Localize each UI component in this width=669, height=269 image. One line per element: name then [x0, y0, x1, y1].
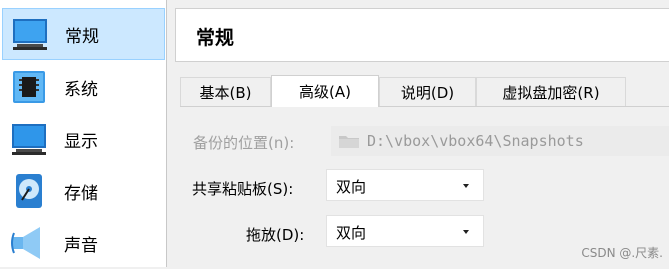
sidebar-item-system[interactable]: 系统: [2, 61, 165, 113]
chip-icon: [10, 69, 48, 105]
drag-drop-select[interactable]: 双向: [326, 215, 484, 247]
settings-sidebar: 常规 系统 显示 存储 声音: [0, 0, 167, 267]
dropdown-arrow-icon: [463, 184, 469, 188]
tab-divider: [180, 106, 669, 107]
drag-drop-label: 拖放(D):: [246, 226, 305, 244]
page-header: 常规: [175, 8, 669, 62]
folder-icon: [338, 133, 360, 149]
sidebar-item-display[interactable]: 显示: [2, 113, 165, 165]
sidebar-item-label: 显示: [64, 131, 98, 152]
sidebar-item-audio[interactable]: 声音: [2, 217, 165, 269]
page-title: 常规: [196, 27, 235, 49]
sidebar-item-label: 声音: [64, 235, 98, 256]
drag-drop-value: 双向: [336, 224, 367, 242]
dropdown-arrow-icon: [463, 230, 469, 234]
tab-description[interactable]: 说明(D): [379, 77, 476, 106]
tab-advanced[interactable]: 高级(A): [271, 75, 379, 107]
sidebar-item-storage[interactable]: 存储: [2, 165, 165, 217]
general-monitor-icon: [11, 16, 49, 52]
speaker-icon: [10, 225, 48, 261]
tab-bar: 基本(B) 高级(A) 说明(D) 虚拟盘加密(R): [180, 75, 669, 107]
clipboard-label: 共享粘贴板(S):: [192, 180, 294, 198]
sidebar-item-label: 系统: [64, 79, 98, 100]
sidebar-item-label: 存储: [64, 183, 98, 204]
monitor-icon: [10, 121, 48, 157]
snapshot-location-label: 备份的位置(n):: [193, 134, 295, 152]
tab-basic[interactable]: 基本(B): [180, 77, 271, 106]
disk-icon: [10, 173, 48, 209]
snapshot-path-value: D:\vbox\vbox64\Snapshots: [367, 132, 584, 150]
sidebar-item-general[interactable]: 常规: [2, 8, 165, 60]
sidebar-item-label: 常规: [65, 26, 99, 47]
clipboard-select[interactable]: 双向: [326, 169, 484, 201]
tab-disk-encryption[interactable]: 虚拟盘加密(R): [476, 77, 626, 106]
clipboard-value: 双向: [336, 178, 367, 196]
watermark: CSDN @.尺素.: [581, 246, 663, 260]
snapshot-location-field: D:\vbox\vbox64\Snapshots: [331, 126, 669, 156]
